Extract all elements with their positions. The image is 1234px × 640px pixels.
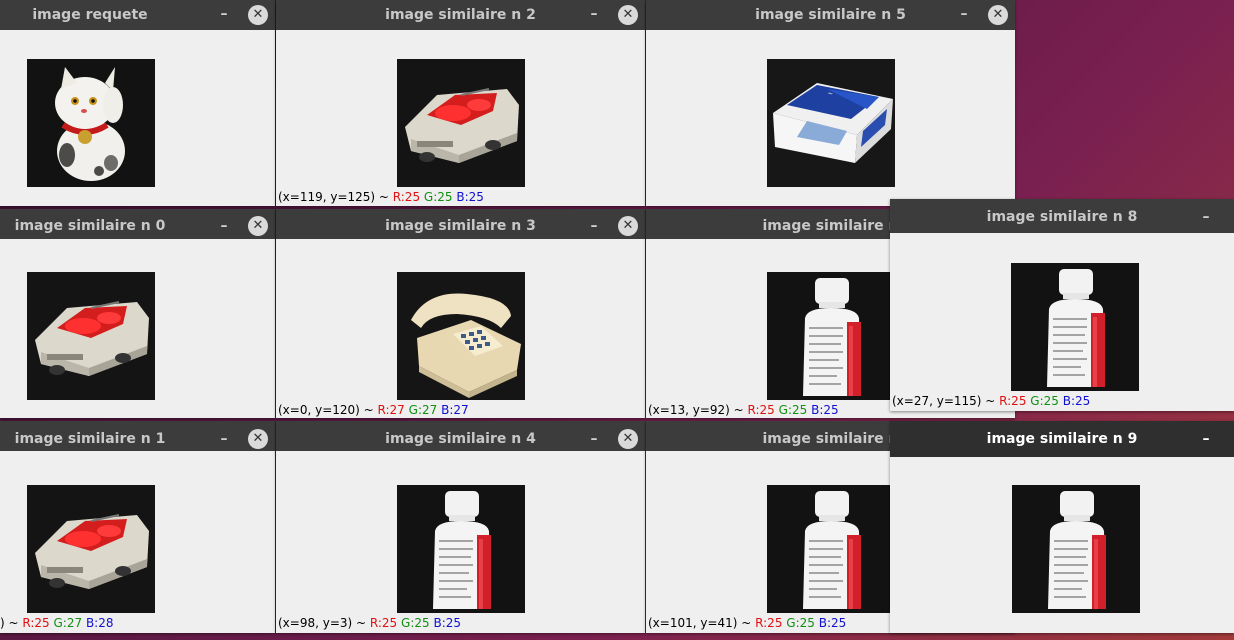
status-coords: (x=13, y=92) ~ <box>648 403 748 417</box>
status-red: R:27 <box>377 403 405 417</box>
minimize-icon[interactable]: – <box>214 421 234 457</box>
window-titlebar[interactable]: image similaire n 0 – ✕ <box>0 209 275 239</box>
minimize-icon[interactable]: – <box>214 209 234 243</box>
minimize-icon[interactable]: – <box>584 421 604 457</box>
window-title: image similaire n 8 <box>986 209 1138 225</box>
pixel-status-bar: (x=27, y=115) ~ R:25 G:25 B:25 <box>892 394 1090 408</box>
status-green: G:25 <box>401 616 430 630</box>
minimize-icon[interactable]: – <box>1196 421 1216 457</box>
pixel-status-bar: (x=0, y=120) ~ R:27 G:27 B:27 <box>278 403 469 417</box>
status-coords: (x=119, y=125) ~ <box>278 190 393 204</box>
window-image-similaire-3[interactable]: image similaire n 3 – ✕ (x=0, y=120) ~ R… <box>276 209 645 418</box>
status-red: R:25 <box>755 616 783 630</box>
pixel-status-bar: (x=119, y=125) ~ R:25 G:25 B:25 <box>278 190 484 204</box>
window-titlebar[interactable]: image similaire n 2 – ✕ <box>276 0 645 30</box>
status-green: G:25 <box>1030 394 1059 408</box>
status-blue: B:28 <box>85 616 114 630</box>
status-coords: (x=98, y=3) ~ <box>278 616 370 630</box>
window-image-similaire-2[interactable]: image similaire n 2 – ✕ (x=119, y=125) ~… <box>276 0 645 206</box>
status-green: G:27 <box>408 403 438 417</box>
pixel-status-bar: ) ~ R:25 G:27 B:28 <box>0 616 113 630</box>
image-bottle <box>397 485 525 613</box>
window-titlebar[interactable]: image requete – ✕ <box>0 0 275 30</box>
minimize-icon[interactable]: – <box>954 0 974 28</box>
window-image-similaire-5[interactable]: image similaire n 5 – ✕ <box>646 0 1015 206</box>
minimize-icon[interactable]: – <box>1196 199 1216 235</box>
status-blue: B:25 <box>433 616 462 630</box>
status-red: R:25 <box>392 190 421 204</box>
status-blue: B:25 <box>1062 394 1091 408</box>
status-coords: (x=101, y=41) ~ <box>648 616 756 630</box>
status-red: R:25 <box>22 616 50 630</box>
image-lucky-cat <box>27 59 155 187</box>
image-cigarette-pack <box>767 59 895 187</box>
status-coords: (x=27, y=115) ~ <box>892 394 1000 408</box>
close-icon[interactable]: ✕ <box>248 216 268 236</box>
window-titlebar[interactable]: image similaire n 8 – <box>890 199 1234 233</box>
pixel-status-bar: (x=98, y=3) ~ R:25 G:25 B:25 <box>278 616 461 630</box>
window-image-similaire-8[interactable]: image similaire n 8 – (x=27, y=115) ~ R:… <box>890 199 1234 411</box>
pixel-status-bar: (x=101, y=41) ~ R:25 G:25 B:25 <box>648 616 846 630</box>
window-image-similaire-4[interactable]: image similaire n 4 – ✕ (x=98, y=3) ~ R:… <box>276 421 645 633</box>
image-toy-car <box>27 272 155 400</box>
image-toy-car <box>27 485 155 613</box>
window-titlebar[interactable]: image similaire n 3 – ✕ <box>276 209 645 239</box>
pixel-status-bar: (x=13, y=92) ~ R:25 G:25 B:25 <box>648 403 839 417</box>
status-green: G:27 <box>53 616 83 630</box>
image-bottle <box>767 485 895 613</box>
window-title: image requete <box>32 7 148 23</box>
window-title: image similaire n 9 <box>986 431 1138 447</box>
status-coords: ) ~ <box>0 616 23 630</box>
status-green: G:25 <box>423 190 453 204</box>
window-titlebar[interactable]: image similaire n 4 – ✕ <box>276 421 645 451</box>
image-telephone <box>397 272 525 400</box>
status-blue: B:25 <box>456 190 484 204</box>
image-bottle <box>1011 263 1139 391</box>
close-icon[interactable]: ✕ <box>618 5 638 25</box>
window-image-requete[interactable]: image requete – ✕ <box>0 0 275 206</box>
status-red: R:25 <box>747 403 775 417</box>
window-image-similaire-9[interactable]: image similaire n 9 – <box>890 421 1234 633</box>
status-coords: (x=0, y=120) ~ <box>278 403 378 417</box>
window-titlebar[interactable]: image similaire n 1 – ✕ <box>0 421 275 451</box>
close-icon[interactable]: ✕ <box>988 5 1008 25</box>
status-red: R:25 <box>369 616 398 630</box>
status-green: G:25 <box>778 403 808 417</box>
image-bottle <box>767 272 895 400</box>
close-icon[interactable]: ✕ <box>618 429 638 449</box>
minimize-icon[interactable]: – <box>584 0 604 28</box>
status-red: R:25 <box>999 394 1027 408</box>
minimize-icon[interactable]: – <box>584 209 604 243</box>
window-title: image similaire n 1 <box>14 431 166 447</box>
status-blue: B:25 <box>818 616 847 630</box>
close-icon[interactable]: ✕ <box>618 216 638 236</box>
close-icon[interactable]: ✕ <box>248 5 268 25</box>
close-icon[interactable]: ✕ <box>248 429 268 449</box>
status-blue: B:25 <box>811 403 839 417</box>
status-blue: B:27 <box>441 403 469 417</box>
image-bottle <box>1012 485 1140 613</box>
image-toy-car <box>397 59 525 187</box>
status-green: G:25 <box>786 616 815 630</box>
window-titlebar[interactable]: image similaire n 9 – <box>890 421 1234 457</box>
window-image-similaire-1[interactable]: image similaire n 1 – ✕ ) ~ R:25 G:27 B:… <box>0 421 275 633</box>
window-titlebar[interactable]: image similaire n 5 – ✕ <box>646 0 1015 30</box>
window-title: image similaire n 0 <box>14 218 166 234</box>
minimize-icon[interactable]: – <box>214 0 234 28</box>
window-image-similaire-0[interactable]: image similaire n 0 – ✕ <box>0 209 275 418</box>
